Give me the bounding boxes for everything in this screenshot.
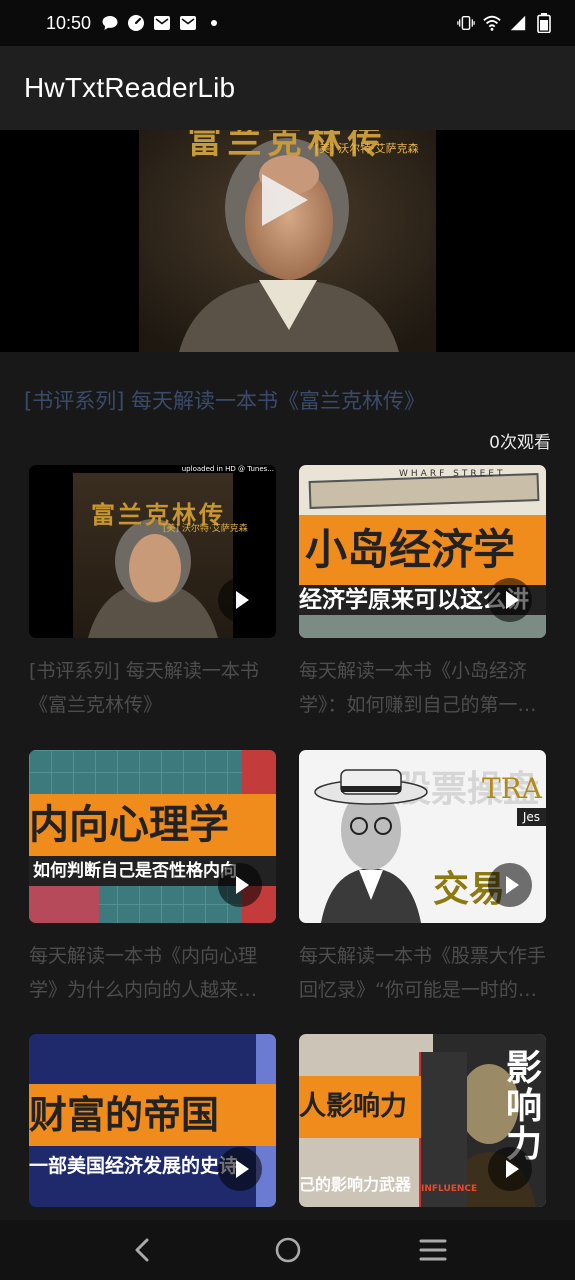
- play-icon[interactable]: [488, 578, 532, 622]
- card-title[interactable]: 每天解读一本书《内向心理学》为什么内向的人越来越优秀: [29, 939, 276, 1007]
- home-icon[interactable]: [268, 1230, 308, 1270]
- view-count: 0次观看: [489, 433, 551, 453]
- play-icon[interactable]: [218, 863, 262, 907]
- mail-icon: [179, 14, 197, 32]
- portrait-image: [139, 130, 436, 352]
- related-video-card[interactable]: WHARF STREET 小岛经济学 经济学原来可以这么讲 每天解读一本书《小岛…: [299, 465, 546, 722]
- thumbnail-block: [29, 886, 99, 923]
- related-video-card[interactable]: 财富的帝国 一部美国经济发展的史诗: [29, 1034, 276, 1207]
- video-thumbnail[interactable]: WHARF STREET 小岛经济学 经济学原来可以这么讲: [299, 465, 546, 638]
- status-bar: 10:50: [0, 0, 575, 46]
- thumbnail-banner: 财富的帝国: [29, 1084, 276, 1146]
- card-title[interactable]: 每天解读一本书《小岛经济学》：如何赚到自己的第一桶金: [299, 654, 546, 722]
- book-title: INFLUENCE: [421, 1184, 478, 1194]
- status-time: 10:50: [46, 12, 92, 33]
- mail-icon: [153, 14, 171, 32]
- video-thumbnail[interactable]: 股票操盘 TRA Jes 交易: [299, 750, 546, 923]
- system-nav-bar: [0, 1220, 575, 1280]
- chat-bubble-icon: [101, 14, 119, 32]
- play-icon[interactable]: [488, 1147, 532, 1191]
- thumbnail-banner: 小岛经济学: [299, 515, 546, 585]
- video-thumbnail[interactable]: 财富的帝国 一部美国经济发展的史诗: [29, 1034, 276, 1207]
- signal-icon: [509, 14, 527, 32]
- play-icon[interactable]: [218, 1147, 262, 1191]
- video-player[interactable]: 富兰克林传 [美] 沃尔特·艾萨克森: [0, 130, 575, 352]
- related-video-card[interactable]: 股票操盘 TRA Jes 交易 每天解读一本书《股票大作手回忆录》“你可能是一时…: [299, 750, 546, 1007]
- related-video-card[interactable]: 影响力 INFLUENCE 人影响力 己的影响力武器: [299, 1034, 546, 1207]
- card-title[interactable]: 每天解读一本书《股票大作手回忆录》“你可能是一时的赢家”: [299, 939, 546, 1007]
- vibrate-icon: [457, 14, 475, 32]
- thumbnail-banner: 人影响力: [299, 1076, 421, 1138]
- card-title[interactable]: [书评系列] 每天解读一本书《富兰克林传》: [29, 654, 276, 722]
- thumbnail-tag: Jes: [516, 808, 546, 826]
- related-video-card[interactable]: 内向心理学 如何判断自己是否性格内向 每天解读一本书《内向心理学》为什么内向的人…: [29, 750, 276, 1007]
- video-thumbnail[interactable]: 富兰克林传 [美] 沃尔特·艾萨克森 uploaded in HD @ Tune…: [29, 465, 276, 638]
- video-thumbnail[interactable]: 内向心理学 如何判断自己是否性格内向: [29, 750, 276, 923]
- dot-icon: [205, 14, 223, 32]
- play-icon[interactable]: [488, 863, 532, 907]
- sign-text: WHARF STREET: [399, 469, 506, 479]
- related-video-card[interactable]: 富兰克林传 [美] 沃尔特·艾萨克森 uploaded in HD @ Tune…: [29, 465, 276, 722]
- play-icon[interactable]: [218, 578, 262, 622]
- player-art-author: [美] 沃尔特·艾萨克森: [315, 142, 419, 155]
- play-icon[interactable]: [262, 174, 308, 226]
- thumbnail-banner: 内向心理学: [29, 794, 276, 856]
- back-icon[interactable]: [123, 1230, 163, 1270]
- video-thumbnail[interactable]: 影响力 INFLUENCE 人影响力 己的影响力武器: [299, 1034, 546, 1207]
- recents-icon[interactable]: [413, 1230, 453, 1270]
- thumbnail-tr-text: TRA: [482, 772, 542, 805]
- thumbnail-tag: uploaded in HD @ Tunes...: [181, 465, 274, 473]
- wifi-icon: [483, 14, 501, 32]
- thumbnail-subtitle: 己的影响力武器: [299, 1175, 412, 1194]
- man-with-hat-image: [314, 769, 428, 923]
- app-title: HwTxtReaderLib: [24, 72, 236, 103]
- video-title: [书评系列] 每天解读一本书《富兰克林传》: [24, 389, 426, 413]
- app-bar: HwTxtReaderLib: [0, 46, 575, 130]
- battery-icon: [535, 13, 553, 33]
- thumbnail-author: [美] 沃尔特·艾萨克森: [163, 524, 248, 534]
- player-cover-art: 富兰克林传 [美] 沃尔特·艾萨克森: [139, 130, 436, 352]
- speedometer-icon: [127, 14, 145, 32]
